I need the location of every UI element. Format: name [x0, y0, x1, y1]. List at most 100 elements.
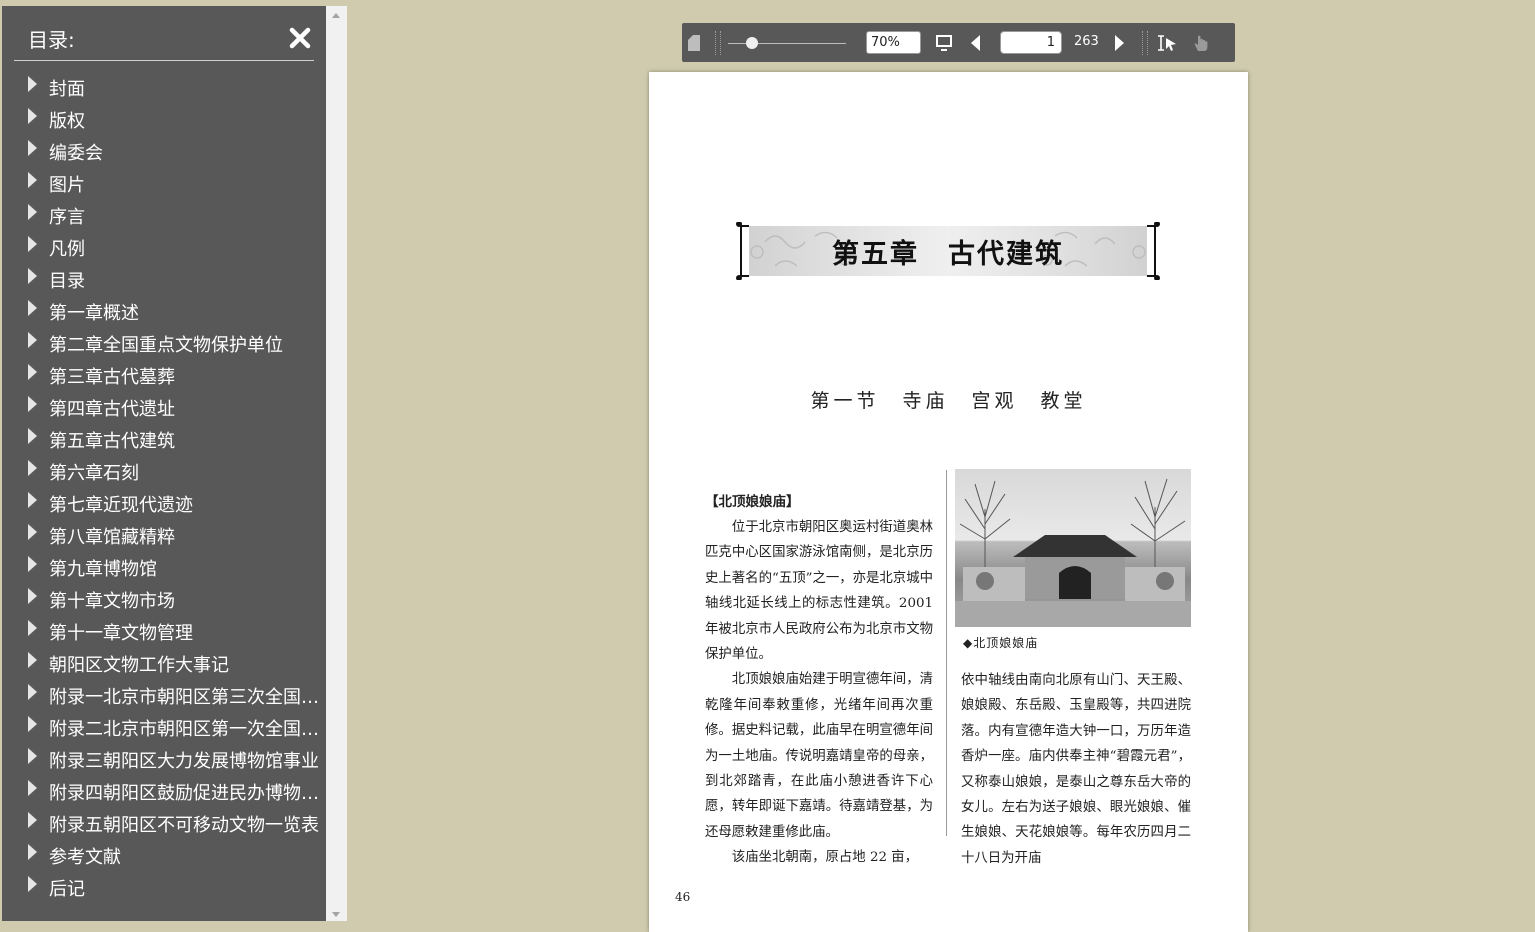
- toc-item[interactable]: 附录三朝阳区大力发展博物馆事业: [2, 744, 326, 776]
- toc-header: 目录:: [14, 6, 314, 61]
- toc-item-label: 图片: [49, 175, 85, 196]
- toc-sidebar: 目录: 封面版权编委会图片序言凡例目录第一章概述 第二章全国重点文物保护单位第三章…: [2, 6, 326, 921]
- next-page-icon[interactable]: [1115, 35, 1124, 51]
- expand-arrow-icon[interactable]: [28, 300, 37, 316]
- toc-item[interactable]: 附录一北京市朝阳区第三次全国文物普查: [2, 680, 326, 712]
- toc-item-label: 第七章近现代遗迹: [49, 495, 193, 516]
- toc-item-label: 附录三朝阳区大力发展博物馆事业: [49, 751, 319, 772]
- column-divider: [946, 470, 947, 836]
- toc-item-label: 第四章古代遗址: [49, 399, 175, 420]
- expand-arrow-icon[interactable]: [28, 428, 37, 444]
- toc-item[interactable]: 封面: [2, 72, 326, 104]
- toc-item-label: 目录: [49, 271, 85, 292]
- toc-item[interactable]: 图片: [2, 168, 326, 200]
- photo-caption: ◆北顶娘娘庙: [963, 636, 1039, 650]
- toc-item-label: 附录一北京市朝阳区第三次全国文物普查: [49, 687, 326, 708]
- toc-item[interactable]: 第八章馆藏精粹: [2, 520, 326, 552]
- toc-item-label: 附录四朝阳区鼓励促进民办博物馆发展: [49, 783, 326, 804]
- fit-page-icon[interactable]: [936, 35, 952, 51]
- toc-item[interactable]: 第七章近现代遗迹: [2, 488, 326, 520]
- toc-item[interactable]: 编委会: [2, 136, 326, 168]
- page-number-input[interactable]: [1000, 31, 1062, 54]
- toc-item-label: 第十章文物市场: [49, 591, 175, 612]
- toc-item[interactable]: 第九章博物馆: [2, 552, 326, 584]
- section-title: 第一节 寺庙 宫观 教堂: [810, 390, 1087, 412]
- scroll-down-icon[interactable]: [332, 912, 340, 917]
- expand-arrow-icon[interactable]: [28, 236, 37, 252]
- prev-page-icon[interactable]: [971, 35, 980, 51]
- entry-title: 【北顶娘娘庙】: [705, 494, 800, 510]
- expand-arrow-icon[interactable]: [28, 812, 37, 828]
- toc-item[interactable]: 朝阳区文物工作大事记: [2, 648, 326, 680]
- expand-arrow-icon[interactable]: [28, 268, 37, 284]
- left-column: 【北顶娘娘庙】 位于北京市朝阳区奥运村街道奥林匹克中心区国家游泳馆南侧，是北京历…: [705, 490, 933, 871]
- toc-item-label: 序言: [49, 207, 85, 228]
- toc-item[interactable]: 版权: [2, 104, 326, 136]
- toc-item[interactable]: 第二章全国重点文物保护单位: [2, 328, 326, 360]
- expand-arrow-icon[interactable]: [28, 172, 37, 188]
- expand-arrow-icon[interactable]: [28, 588, 37, 604]
- scrollbar-thumb[interactable]: [330, 28, 343, 908]
- toc-item-label: 第九章博物馆: [49, 559, 157, 580]
- hand-tool-icon[interactable]: [1192, 34, 1210, 52]
- toc-item[interactable]: 第五章古代建筑: [2, 424, 326, 456]
- expand-arrow-icon[interactable]: [28, 652, 37, 668]
- expand-arrow-icon[interactable]: [28, 492, 37, 508]
- paragraph: 位于北京市朝阳区奥运村街道奥林匹克中心区国家游泳馆南侧，是北京历史上著名的“五顶…: [705, 520, 933, 663]
- zoom-slider-handle[interactable]: [745, 37, 758, 49]
- right-column: 依中轴线由南向北原有山门、天王殿、娘娘殿、东岳殿、玉皇殿等，共四进院落。内有宣德…: [961, 668, 1191, 871]
- expand-arrow-icon[interactable]: [28, 716, 37, 732]
- toc-list: 封面版权编委会图片序言凡例目录第一章概述 第二章全国重点文物保护单位第三章古代墓葬…: [2, 72, 326, 904]
- toc-item[interactable]: 目录: [2, 264, 326, 296]
- toc-item[interactable]: 序言: [2, 200, 326, 232]
- toc-item[interactable]: 附录二北京市朝阳区第一次全国可移动文物普查: [2, 712, 326, 744]
- toc-item-label: 第三章古代墓葬: [49, 367, 175, 388]
- toc-item[interactable]: 第三章古代墓葬: [2, 360, 326, 392]
- scroll-up-icon[interactable]: [332, 13, 340, 18]
- toc-item-label: 后记: [49, 879, 85, 900]
- text-select-icon[interactable]: [1156, 35, 1178, 51]
- toc-item[interactable]: 附录五朝阳区不可移动文物一览表: [2, 808, 326, 840]
- expand-arrow-icon[interactable]: [28, 460, 37, 476]
- sidebar-scrollbar[interactable]: [326, 6, 347, 921]
- toolbar-separator: [1142, 31, 1143, 55]
- expand-arrow-icon[interactable]: [28, 204, 37, 220]
- expand-arrow-icon[interactable]: [28, 332, 37, 348]
- expand-arrow-icon[interactable]: [28, 108, 37, 124]
- toc-item[interactable]: 参考文献: [2, 840, 326, 872]
- toc-item-label: 封面: [49, 79, 85, 100]
- expand-arrow-icon[interactable]: [28, 556, 37, 572]
- toolbar-separator: [1147, 31, 1148, 55]
- expand-arrow-icon[interactable]: [28, 396, 37, 412]
- close-icon[interactable]: [288, 26, 312, 50]
- expand-arrow-icon[interactable]: [28, 140, 37, 156]
- toc-item[interactable]: 后记: [2, 872, 326, 904]
- expand-arrow-icon[interactable]: [28, 780, 37, 796]
- zoom-slider[interactable]: [728, 37, 846, 49]
- toc-item-label: 附录五朝阳区不可移动文物一览表: [49, 815, 319, 836]
- expand-arrow-icon[interactable]: [28, 524, 37, 540]
- toc-item-label: 朝阳区文物工作大事记: [49, 655, 229, 676]
- expand-arrow-icon[interactable]: [28, 876, 37, 892]
- zoom-input[interactable]: [866, 31, 921, 54]
- toc-item[interactable]: 第四章古代遗址: [2, 392, 326, 424]
- toc-item[interactable]: 第十一章文物管理: [2, 616, 326, 648]
- toolbar-separator: [720, 31, 721, 55]
- thumbnails-icon[interactable]: [688, 35, 700, 51]
- paragraph: 北顶娘娘庙始建于明宣德年间，清乾隆年间奉敕重修，光绪年间再次重修。据史料记载，此…: [705, 672, 933, 840]
- toc-item[interactable]: 凡例: [2, 232, 326, 264]
- expand-arrow-icon[interactable]: [28, 748, 37, 764]
- expand-arrow-icon[interactable]: [28, 620, 37, 636]
- toc-item-label: 编委会: [49, 143, 103, 164]
- expand-arrow-icon[interactable]: [28, 684, 37, 700]
- expand-arrow-icon[interactable]: [28, 844, 37, 860]
- toc-item[interactable]: 第一章概述: [2, 296, 326, 328]
- toc-item[interactable]: 第六章石刻: [2, 456, 326, 488]
- toc-item[interactable]: 附录四朝阳区鼓励促进民办博物馆发展: [2, 776, 326, 808]
- toc-item-label: 第六章石刻: [49, 463, 139, 484]
- toc-item-label: 第八章馆藏精粹: [49, 527, 175, 548]
- toc-item[interactable]: 第十章文物市场: [2, 584, 326, 616]
- expand-arrow-icon[interactable]: [28, 76, 37, 92]
- paragraph: 依中轴线由南向北原有山门、天王殿、娘娘殿、东岳殿、玉皇殿等，共四进院落。内有宣德…: [961, 673, 1191, 866]
- expand-arrow-icon[interactable]: [28, 364, 37, 380]
